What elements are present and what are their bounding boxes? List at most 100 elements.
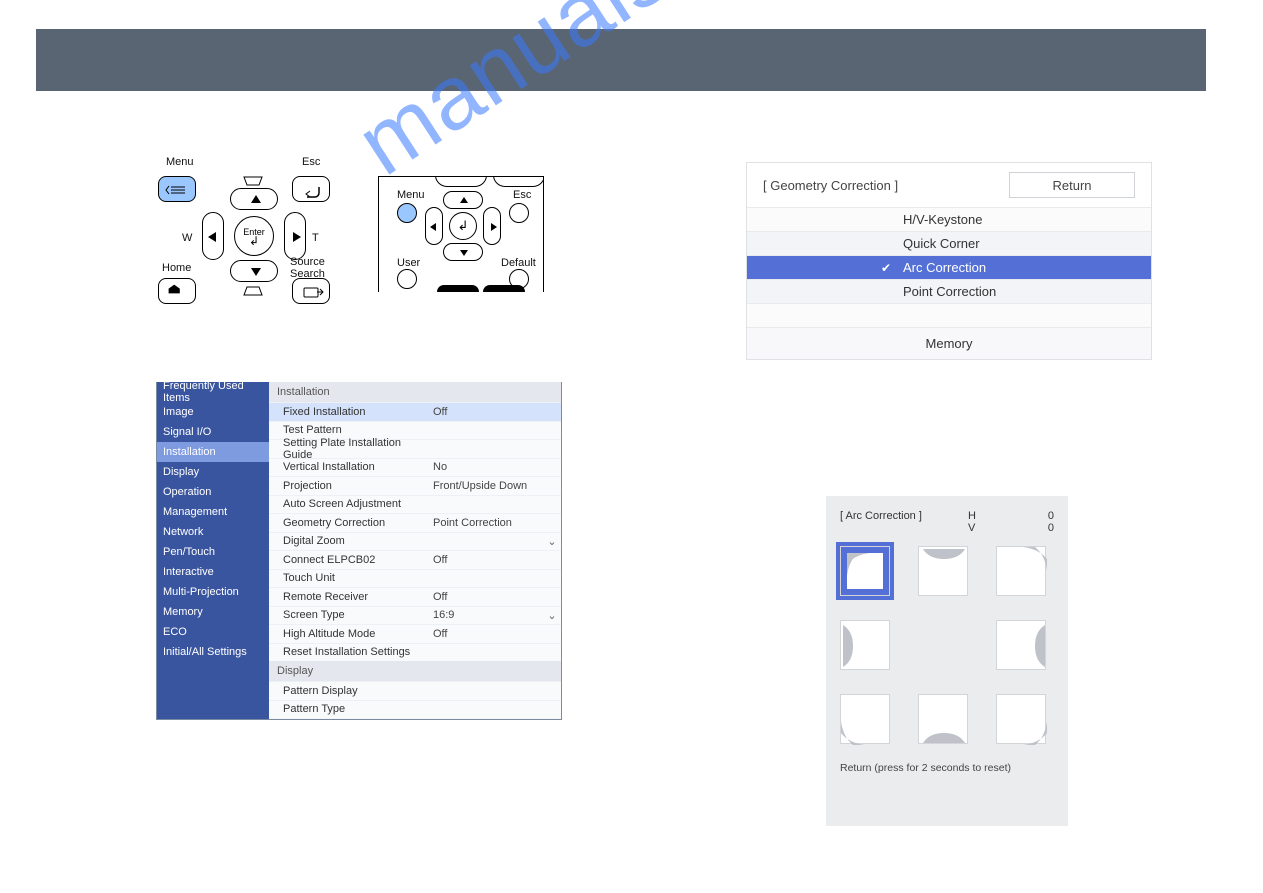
menu-row-value: No (433, 461, 561, 473)
menu-row[interactable]: Geometry CorrectionPoint Correction (269, 513, 561, 532)
menu-row-label: Pattern Display (283, 685, 433, 697)
t-label: T (312, 232, 319, 244)
dpad-right-button[interactable] (284, 212, 306, 260)
menu-row[interactable]: Touch Unit (269, 569, 561, 588)
arc-h-label: H (968, 510, 976, 522)
sidebar-item[interactable]: Initial/All Settings (157, 642, 269, 662)
proj-user-button[interactable] (397, 269, 417, 289)
menu-row-label: Connect ELPCB02 (283, 554, 433, 566)
sidebar-item[interactable]: Multi-Projection (157, 582, 269, 602)
keystone-down-icon (242, 284, 264, 296)
arc-bottom[interactable] (918, 694, 968, 744)
geo-list[interactable]: H/V-KeystoneQuick CornerArc CorrectionPo… (747, 207, 1151, 303)
geo-title: [ Geometry Correction ] (763, 178, 1009, 193)
proj-menu-button[interactable] (397, 203, 417, 223)
header-banner (36, 29, 1206, 91)
arc-right[interactable] (996, 620, 1046, 670)
arc-title: [ Arc Correction ] (840, 510, 922, 540)
proj-esc-button[interactable] (509, 203, 529, 223)
menu-row-value: Off (433, 591, 561, 603)
sidebar-item[interactable]: Pen/Touch (157, 542, 269, 562)
geometry-item[interactable]: Arc Correction (747, 255, 1151, 279)
menu-row[interactable]: Vertical InstallationNo (269, 458, 561, 477)
menu-row-label: High Altitude Mode (283, 628, 433, 640)
arc-top[interactable] (918, 546, 968, 596)
arc-v-value: 0 (1048, 522, 1054, 534)
menu-row[interactable]: Fixed InstallationOff (269, 402, 561, 421)
menu-row-value: Front/Upside Down (433, 480, 561, 492)
menu-row[interactable]: High Altitude ModeOff (269, 624, 561, 643)
projector-remote-illustration: Menu Esc ↲ User Default (378, 176, 544, 292)
esc-label: Esc (302, 156, 320, 168)
arc-correction-panel: [ Arc Correction ] H V 0 0 (826, 496, 1068, 826)
arc-grid[interactable] (840, 546, 1054, 744)
sidebar-item[interactable]: ECO (157, 622, 269, 642)
menu-section-header: Installation (269, 382, 561, 402)
arc-top-left[interactable] (840, 546, 890, 596)
home-button[interactable] (158, 278, 196, 304)
sidebar-item[interactable]: Network (157, 522, 269, 542)
menu-row-label: Fixed Installation (283, 406, 433, 418)
menu-row-label: Screen Type (283, 609, 433, 621)
menu-label: Menu (166, 156, 194, 168)
geo-memory[interactable]: Memory (747, 327, 1151, 359)
menu-row[interactable]: Connect ELPCB02Off (269, 550, 561, 569)
projector-menu: Frequently Used ItemsImageSignal I/OInst… (156, 382, 562, 720)
source-search-button[interactable] (292, 278, 330, 304)
arc-h-value: 0 (1048, 510, 1054, 522)
geometry-item[interactable]: Quick Corner (747, 231, 1151, 255)
menu-row[interactable]: Setting Plate Installation Guide (269, 439, 561, 458)
enter-button[interactable]: Enter ↲ (234, 216, 274, 256)
proj-default-label: Default (501, 257, 536, 269)
menu-row[interactable]: Pattern Type (269, 700, 561, 719)
menu-row[interactable]: Pattern Display (269, 681, 561, 700)
menu-row-value: Off (433, 628, 561, 640)
sidebar-item[interactable]: Image (157, 402, 269, 422)
sidebar-item[interactable]: Memory (157, 602, 269, 622)
menu-button[interactable] (158, 176, 196, 202)
menu-row[interactable]: Digital Zoom⌄ (269, 532, 561, 551)
w-label: W (182, 232, 192, 244)
sidebar-item[interactable]: Interactive (157, 562, 269, 582)
proj-esc-label: Esc (513, 189, 531, 201)
dpad-up-button[interactable] (230, 188, 278, 210)
esc-button[interactable] (292, 176, 330, 202)
sidebar-item[interactable]: Management (157, 502, 269, 522)
arc-bottom-right[interactable] (996, 694, 1046, 744)
menu-row[interactable]: Reset Installation Settings (269, 643, 561, 662)
menu-row-label: Setting Plate Installation Guide (283, 437, 433, 461)
menu-row-label: Projection (283, 480, 433, 492)
arc-top-right[interactable] (996, 546, 1046, 596)
menu-row-label: Test Pattern (283, 424, 433, 436)
proj-enter-button[interactable]: ↲ (449, 212, 477, 240)
menu-row[interactable]: Remote ReceiverOff (269, 587, 561, 606)
menu-row-value: Point Correction (433, 517, 561, 529)
sidebar-item[interactable]: Display (157, 462, 269, 482)
sidebar-item[interactable]: Installation (157, 442, 269, 462)
proj-dpad-left[interactable] (425, 207, 443, 245)
proj-menu-label: Menu (397, 189, 425, 201)
geo-return-label: Return (1052, 178, 1091, 193)
proj-user-label: User (397, 257, 420, 269)
menu-row-label: Auto Screen Adjustment (283, 498, 433, 510)
menu-row-value: Off (433, 406, 561, 418)
arc-bottom-left[interactable] (840, 694, 890, 744)
menu-row-value: Off (433, 554, 561, 566)
sidebar-item[interactable]: Frequently Used Items (157, 382, 269, 402)
proj-dpad-down[interactable] (443, 243, 483, 261)
geometry-item[interactable]: Point Correction (747, 279, 1151, 303)
dpad-down-button[interactable] (230, 260, 278, 282)
menu-row[interactable]: Auto Screen Adjustment (269, 495, 561, 514)
menu-content: InstallationFixed InstallationOffTest Pa… (269, 382, 561, 719)
arc-left[interactable] (840, 620, 890, 670)
geometry-item[interactable]: H/V-Keystone (747, 207, 1151, 231)
proj-dpad-right[interactable] (483, 207, 501, 245)
geo-return-button[interactable]: Return (1009, 172, 1135, 198)
menu-sidebar[interactable]: Frequently Used ItemsImageSignal I/OInst… (157, 382, 269, 719)
dpad-left-button[interactable] (202, 212, 224, 260)
proj-dpad-up[interactable] (443, 191, 483, 209)
menu-row[interactable]: Screen Type16:9⌄ (269, 606, 561, 625)
menu-row[interactable]: ProjectionFront/Upside Down (269, 476, 561, 495)
sidebar-item[interactable]: Operation (157, 482, 269, 502)
sidebar-item[interactable]: Signal I/O (157, 422, 269, 442)
